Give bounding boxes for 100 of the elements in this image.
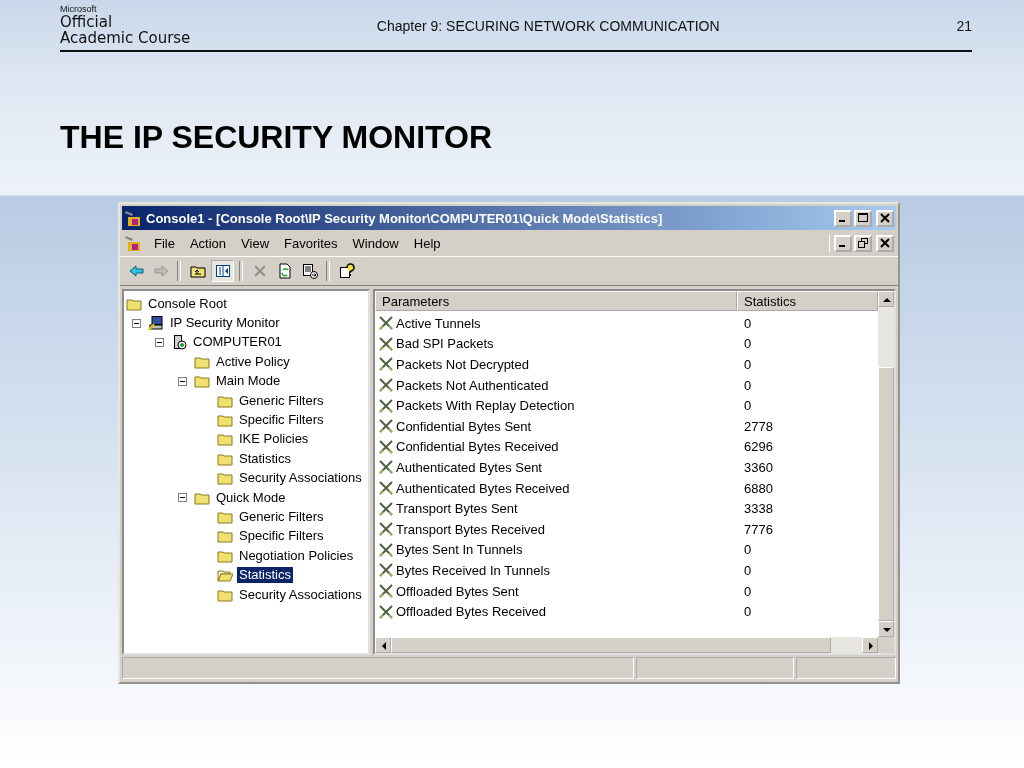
tree-item[interactable]: Security Associations xyxy=(237,470,364,487)
statistic-icon xyxy=(378,438,394,455)
tree-item[interactable]: Quick Mode xyxy=(214,489,288,506)
table-cell: 0 xyxy=(744,357,752,372)
statistic-icon xyxy=(378,335,394,352)
scrollbar-corner xyxy=(878,637,894,653)
scroll-right-arrow-icon[interactable] xyxy=(862,637,878,653)
table-cell: Bad SPI Packets xyxy=(396,336,494,352)
minimize-icon xyxy=(839,220,845,222)
table-cell: Offloaded Bytes Received xyxy=(396,604,547,620)
tree-item[interactable]: IKE Policies xyxy=(237,431,311,448)
horizontal-scrollbar[interactable] xyxy=(375,637,894,653)
collapse-icon[interactable] xyxy=(178,376,187,386)
vertical-scrollbar[interactable] xyxy=(878,291,894,637)
statistic-icon xyxy=(378,583,394,599)
folder-icon xyxy=(194,373,210,390)
table-cell: Packets Not Decrypted xyxy=(396,357,529,372)
table-cell: Bytes Received In Tunnels xyxy=(396,562,550,578)
logo-text: Official xyxy=(60,14,114,30)
statistic-icon xyxy=(378,603,394,620)
menu-item[interactable]: File xyxy=(146,235,182,251)
close-button[interactable] xyxy=(876,209,894,227)
table-cell: 0 xyxy=(744,315,752,331)
toolbox-icon xyxy=(124,209,142,227)
server-icon xyxy=(171,334,187,351)
table-cell: Transport Bytes Received xyxy=(396,521,546,537)
chapter-title: Chapter 9: SECURING NETWORK COMMUNICATION xyxy=(375,17,721,34)
folder-icon xyxy=(217,470,233,487)
close-button[interactable] xyxy=(876,234,894,252)
panel-toggle-button[interactable] xyxy=(211,260,234,282)
table-cell: 6296 xyxy=(744,439,773,455)
window-title: Console1 - [Console Root\IP Security Monitor\COMPUTER01\Quick Mode\Statistics] xyxy=(146,210,664,226)
folder-icon xyxy=(217,431,233,448)
tree-item[interactable]: Generic Filters xyxy=(237,392,326,409)
logo-text: Academic Course xyxy=(60,30,192,46)
table-cell: Confidential Bytes Received xyxy=(396,439,559,455)
folder-icon xyxy=(217,528,233,545)
tree-item[interactable]: Main Mode xyxy=(214,373,283,390)
table-cell: 7776 xyxy=(744,521,773,537)
folder-icon xyxy=(217,412,233,429)
toolbox-icon xyxy=(124,234,142,252)
statistic-icon xyxy=(378,521,394,538)
table-cell: Offloaded Bytes Sent xyxy=(396,583,519,599)
minimize-icon xyxy=(839,245,845,247)
minimize-button[interactable] xyxy=(834,234,852,252)
scroll-up-arrow-icon[interactable] xyxy=(878,291,894,307)
tree-item[interactable]: Specific Filters xyxy=(237,412,326,429)
table-cell: Bytes Sent In Tunnels xyxy=(396,542,523,558)
export-list-icon xyxy=(301,263,318,279)
minimize-button[interactable] xyxy=(834,209,852,227)
logo-brand: Microsoft xyxy=(60,4,98,14)
tree-item[interactable]: Statistics xyxy=(237,450,293,467)
tree-item[interactable]: Active Policy xyxy=(214,353,292,370)
back-arrow-icon xyxy=(127,263,144,279)
menu-item[interactable]: Window xyxy=(344,235,406,251)
tree-item[interactable]: IP Security Monitor xyxy=(168,315,282,332)
table-cell: 0 xyxy=(744,562,752,578)
table-cell: 0 xyxy=(744,377,752,393)
statistic-icon xyxy=(378,541,394,558)
statistic-icon xyxy=(378,562,394,579)
column-header[interactable]: Parameters xyxy=(375,291,737,311)
page-number: 21 xyxy=(956,17,972,34)
collapse-icon[interactable] xyxy=(132,318,141,328)
table-cell: Transport Bytes Sent xyxy=(396,501,518,517)
table-cell: Authenticated Bytes Received xyxy=(396,480,570,496)
tree-item[interactable]: Negotiation Policies xyxy=(237,547,356,564)
tree-item[interactable]: Statistics xyxy=(237,567,293,584)
slide-title: THE IP SECURITY MONITOR xyxy=(60,118,494,156)
panel-toggle-icon xyxy=(214,263,231,279)
menu-item[interactable]: Favorites xyxy=(276,235,345,251)
tree-item[interactable]: Specific Filters xyxy=(237,528,326,545)
statistic-icon xyxy=(378,377,394,394)
close-icon xyxy=(880,213,890,223)
table-cell: 3360 xyxy=(744,459,773,475)
statistic-icon xyxy=(378,418,394,435)
delete-icon xyxy=(251,263,268,279)
tree-item[interactable]: Security Associations xyxy=(237,586,364,603)
restore-icon xyxy=(858,238,868,248)
folder-icon xyxy=(217,509,233,525)
tree-item[interactable]: Generic Filters xyxy=(237,509,326,525)
scroll-left-arrow-icon[interactable] xyxy=(375,637,391,653)
collapse-icon[interactable] xyxy=(155,337,164,347)
table-cell: Packets Not Authenticated xyxy=(396,377,549,393)
menu-item[interactable]: View xyxy=(233,235,277,251)
table-cell: 0 xyxy=(744,336,752,352)
maximize-button[interactable] xyxy=(854,209,872,227)
table-cell: Packets With Replay Detection xyxy=(396,398,575,414)
tree-item[interactable]: COMPUTER01 xyxy=(191,334,284,351)
table-cell: 6880 xyxy=(744,480,773,496)
scroll-down-arrow-icon[interactable] xyxy=(878,621,894,637)
tree-item[interactable]: Console Root xyxy=(146,295,229,312)
table-cell: Confidential Bytes Sent xyxy=(396,418,532,434)
table-cell: 0 xyxy=(744,583,752,599)
menu-item[interactable]: Help xyxy=(405,235,448,251)
restore-button[interactable] xyxy=(854,234,872,252)
collapse-icon[interactable] xyxy=(178,493,187,503)
folder-up-icon xyxy=(189,263,206,279)
table-cell: 0 xyxy=(744,604,752,620)
menu-item[interactable]: Action xyxy=(181,235,234,251)
statistic-icon xyxy=(378,480,394,497)
